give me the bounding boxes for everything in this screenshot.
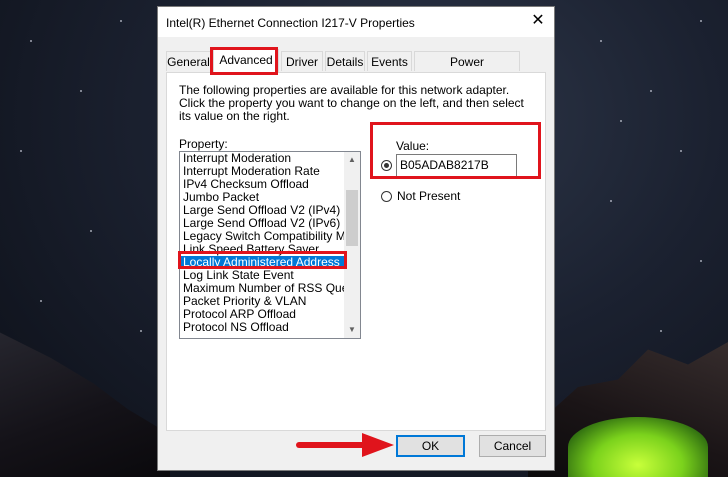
tab-driver[interactable]: Driver <box>281 51 323 71</box>
cancel-button[interactable]: Cancel <box>479 435 546 457</box>
value-label: Value: <box>396 139 430 153</box>
star <box>40 300 42 302</box>
scroll-up-icon[interactable]: ▲ <box>344 152 360 168</box>
properties-dialog: Intel(R) Ethernet Connection I217-V Prop… <box>157 6 555 471</box>
dialog-title: Intel(R) Ethernet Connection I217-V Prop… <box>166 16 415 30</box>
star <box>700 260 702 262</box>
red-arrow-icon <box>296 433 394 457</box>
advanced-panel: The following properties are available f… <box>166 72 546 431</box>
star <box>610 200 612 202</box>
star <box>90 230 92 232</box>
star <box>650 90 652 92</box>
not-present-label[interactable]: Not Present <box>397 189 460 203</box>
property-list-item[interactable]: Protocol NS Offload <box>180 321 360 334</box>
title-bar: Intel(R) Ethernet Connection I217-V Prop… <box>158 7 554 37</box>
star <box>20 150 22 152</box>
tab-events[interactable]: Events <box>367 51 412 71</box>
star <box>120 20 122 22</box>
star <box>30 40 32 42</box>
not-present-radio[interactable] <box>381 191 392 202</box>
tab-general[interactable]: General <box>166 51 211 71</box>
glowing-tent <box>568 417 708 477</box>
star <box>80 90 82 92</box>
star <box>600 40 602 42</box>
property-label: Property: <box>179 137 228 151</box>
list-scrollbar[interactable]: ▲ ▼ <box>344 152 360 338</box>
star <box>680 150 682 152</box>
star <box>140 330 142 332</box>
tab-advanced[interactable]: Advanced <box>213 49 279 73</box>
star <box>700 20 702 22</box>
scroll-down-icon[interactable]: ▼ <box>344 322 360 338</box>
description-text: The following properties are available f… <box>179 83 524 123</box>
ok-button[interactable]: OK <box>396 435 465 457</box>
scroll-thumb[interactable] <box>346 190 358 246</box>
tab-details[interactable]: Details <box>325 51 365 71</box>
mountain-silhouette-left <box>0 332 170 477</box>
tab-power-management[interactable]: Power Management <box>414 51 520 89</box>
close-icon[interactable]: ✕ <box>526 10 550 32</box>
star <box>620 120 622 122</box>
property-listbox[interactable]: Interrupt Moderation Interrupt Moderation… <box>179 151 361 339</box>
value-input[interactable]: B05ADAB8217B <box>396 154 517 177</box>
value-radio[interactable] <box>381 160 392 171</box>
star <box>660 330 662 332</box>
